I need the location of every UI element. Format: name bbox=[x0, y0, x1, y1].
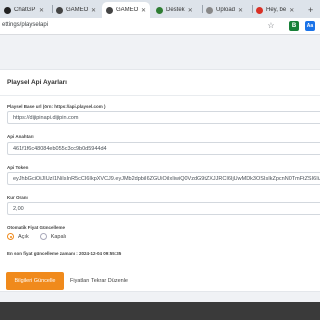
gameo-icon bbox=[56, 6, 63, 14]
tab-chatgpt[interactable]: ChatGPT ✕ bbox=[0, 2, 48, 18]
tab-title: Hey, be bbox=[266, 7, 287, 13]
tab-title: GAMEO bbox=[116, 7, 138, 13]
address-bar[interactable]: ettings/playselapi bbox=[2, 22, 48, 28]
plus-icon: + bbox=[308, 5, 314, 15]
close-icon[interactable]: ✕ bbox=[289, 7, 294, 14]
radio-open-label[interactable]: Açık bbox=[18, 234, 29, 240]
auto-price-update-label: Otomatik Fiyat Güncelleme bbox=[7, 225, 66, 230]
close-icon[interactable]: ✕ bbox=[188, 7, 193, 14]
tab-destek[interactable]: Destek ✕ bbox=[152, 2, 197, 18]
api-key-label: Api Anahtarı bbox=[7, 134, 34, 139]
exchange-rate-label: Kur Oranı bbox=[7, 195, 28, 200]
gameo-icon bbox=[106, 6, 113, 14]
card-title: Playsel Api Ayarları bbox=[7, 79, 67, 86]
radio-closed[interactable] bbox=[39, 233, 47, 240]
card-header: Playsel Api Ayarları bbox=[0, 70, 320, 96]
extension-blue-icon[interactable]: Aa bbox=[305, 21, 315, 31]
browser-tab-strip: ChatGPT ✕ GAMEO ✕ GAMEO ✕ Destek ✕ Uploa… bbox=[0, 0, 320, 18]
close-icon[interactable]: ✕ bbox=[39, 7, 44, 14]
tab-title: ChatGPT bbox=[14, 7, 36, 13]
base-url-field[interactable]: https://dijipinapi.dijipin.com bbox=[7, 111, 320, 124]
close-icon[interactable]: ✕ bbox=[141, 7, 146, 14]
tab-upload[interactable]: Upload ✕ bbox=[202, 2, 247, 18]
api-token-field[interactable]: eyJhbGciOiJIUzI1NiIsInR5cCI6IkpXVCJ9.eyJ… bbox=[7, 172, 320, 185]
chatgpt-icon bbox=[4, 6, 11, 14]
reprice-button[interactable]: Fiyatları Tekrar Düzenle bbox=[70, 278, 128, 284]
tab-gameo-active[interactable]: GAMEO ✕ bbox=[102, 2, 150, 18]
exchange-rate-field[interactable]: 2,00 bbox=[7, 202, 320, 215]
new-tab-button[interactable]: + bbox=[304, 2, 317, 18]
auto-price-update-radio-group: Açık Kapalı bbox=[7, 233, 77, 240]
radio-open[interactable] bbox=[7, 233, 14, 240]
api-key-field[interactable]: 461f1f6c48084eb055c3cc9b0d5944d4 bbox=[7, 142, 320, 155]
tab-title: Upload bbox=[216, 7, 236, 13]
tab-gameo[interactable]: GAMEO ✕ bbox=[52, 2, 100, 18]
tab-hey[interactable]: Hey, be ✕ bbox=[252, 2, 298, 18]
last-update-text: En son fiyat güncelleme zamanı : 2024-12… bbox=[7, 251, 122, 256]
upload-icon bbox=[206, 6, 213, 14]
bookmark-star-icon[interactable]: ☆ bbox=[266, 21, 276, 31]
radio-closed-label[interactable]: Kapalı bbox=[51, 234, 67, 240]
page-footer bbox=[0, 302, 320, 320]
browser-toolbar: ettings/playselapi ☆ B Aa bbox=[0, 18, 320, 35]
playsel-api-settings-card: Playsel Api Ayarları Playsel Base url (ö… bbox=[0, 69, 320, 292]
close-icon[interactable]: ✕ bbox=[91, 7, 96, 14]
update-info-button[interactable]: Bilgileri Güncelle bbox=[6, 272, 64, 290]
support-icon bbox=[156, 6, 163, 14]
tab-title: Destek bbox=[166, 7, 185, 13]
hey-icon bbox=[256, 6, 263, 14]
api-token-label: Api Token bbox=[7, 165, 29, 170]
base-url-label: Playsel Base url (örn: https://api.plays… bbox=[7, 104, 106, 109]
close-icon[interactable]: ✕ bbox=[238, 7, 243, 14]
extension-green-icon[interactable]: B bbox=[289, 21, 299, 31]
tab-title: GAMEO bbox=[66, 7, 88, 13]
